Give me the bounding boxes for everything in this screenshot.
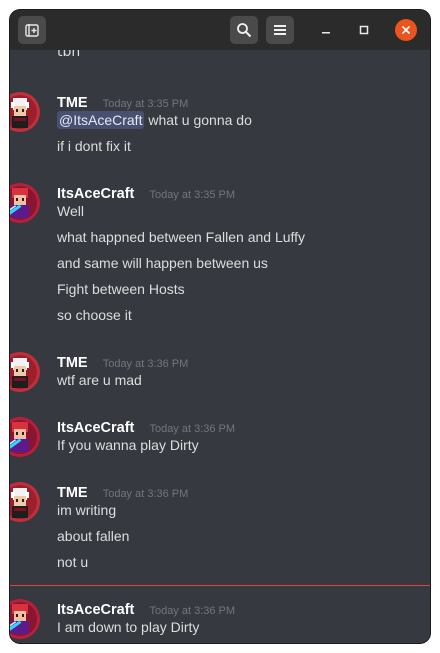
app-window: tbh TME Today at 3:35 PM @ItsAceCraft wh… [10, 10, 430, 643]
message-line: If you wanna play Dirty [57, 437, 199, 453]
close-icon [401, 25, 411, 35]
avatar[interactable] [10, 352, 40, 392]
message-line: I am down to play Dirty [57, 619, 200, 635]
message-timestamp: Today at 3:36 PM [149, 605, 236, 617]
author-name[interactable]: TME [57, 95, 88, 111]
author-name[interactable]: ItsAceCraft [57, 186, 134, 202]
message-timestamp: Today at 3:36 PM [149, 423, 236, 435]
author-name[interactable]: ItsAceCraft [57, 420, 134, 436]
message-line: if i dont fix it [57, 138, 131, 154]
minimize-icon [322, 32, 330, 34]
message-timestamp: Today at 3:36 PM [102, 358, 189, 370]
maximize-icon [359, 25, 369, 35]
message-timestamp: Today at 3:35 PM [102, 98, 189, 110]
new-tab-button[interactable] [18, 16, 46, 44]
message-line: about fallen [57, 528, 130, 544]
message-text: what u gonna do [148, 112, 252, 128]
minimize-button[interactable] [316, 20, 336, 40]
message-timestamp: Today at 3:35 PM [149, 189, 236, 201]
message-timestamp: Today at 3:36 PM [102, 488, 189, 500]
chat-messages: tbh TME Today at 3:35 PM @ItsAceCraft wh… [10, 50, 430, 643]
avatar[interactable] [10, 482, 40, 522]
close-button[interactable] [395, 19, 417, 41]
avatar[interactable] [10, 599, 40, 639]
author-name[interactable]: ItsAceCraft [57, 602, 134, 618]
user-mention[interactable]: @ItsAceCraft [57, 111, 145, 129]
search-icon [237, 23, 252, 38]
message-line: so choose it [57, 307, 132, 323]
new-messages-divider [10, 585, 430, 586]
title-bar [10, 10, 430, 50]
new-tab-icon [25, 24, 39, 37]
maximize-button[interactable] [354, 20, 374, 40]
search-button[interactable] [230, 16, 258, 44]
avatar[interactable] [10, 92, 40, 132]
message-line: what happned between Fallen and Luffy [57, 229, 306, 245]
message-line: not u [57, 554, 89, 570]
author-name[interactable]: TME [57, 485, 88, 501]
author-name[interactable]: TME [57, 355, 88, 371]
message-line: Well [57, 203, 84, 219]
avatar[interactable] [10, 417, 40, 457]
menu-icon [274, 25, 286, 35]
avatar[interactable] [10, 183, 40, 223]
menu-button[interactable] [266, 16, 294, 44]
message-line: wtf are u mad [57, 372, 142, 388]
message-line: @ItsAceCraft what u gonna do [57, 111, 252, 129]
message-line: Fight between Hosts [57, 281, 185, 297]
message-line: tbh [57, 50, 81, 60]
message-line: and same will happen between us [57, 255, 268, 271]
message-line: im writing [57, 502, 117, 518]
